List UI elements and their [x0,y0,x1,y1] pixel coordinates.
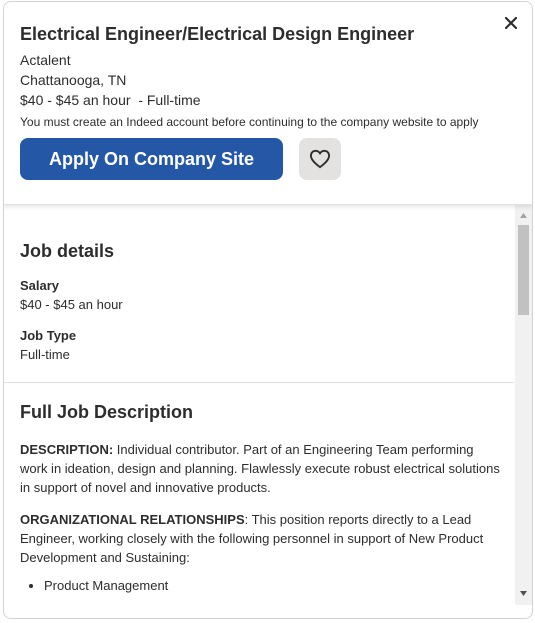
scroll-up-arrow-icon [520,213,527,218]
scroll-down-button[interactable] [515,585,532,602]
job-title: Electrical Engineer/Electrical Design En… [20,24,415,44]
heart-icon [309,149,331,169]
org-relationships-label: ORGANIZATIONAL RELATIONSHIPS [20,512,245,527]
description-paragraph: DESCRIPTION: Individual contributor. Par… [20,440,500,497]
scrollbar-thumb[interactable] [518,225,529,315]
personnel-list: Product Management [20,577,168,595]
list-item: Product Management [44,577,168,595]
section-divider [4,382,514,383]
account-note: You must create an Indeed account before… [20,115,479,129]
vertical-scrollbar[interactable] [515,205,532,605]
pay-range: $40 - $45 an hour [20,92,131,108]
job-type-label: Job Type [20,328,77,343]
job-detail-card: Electrical Engineer/Electrical Design En… [3,1,533,619]
close-icon [505,17,517,29]
close-button[interactable] [500,12,522,34]
scroll-down-arrow-icon [520,591,527,596]
apply-company-site-button[interactable]: Apply On Company Site [20,138,283,180]
salary-label: Salary [20,278,60,293]
job-description-scroll-area[interactable]: Job details Salary $40 - $45 an hour Job… [4,205,514,618]
job-header: Electrical Engineer/Electrical Design En… [4,2,532,205]
job-location: Chattanooga, TN [20,72,127,88]
job-type-value: Full-time [20,347,70,362]
scroll-up-button[interactable] [515,207,532,224]
pay-line: $40 - $45 an hour - Full-time [20,92,201,108]
save-job-button[interactable] [299,138,341,180]
org-relationships-paragraph: ORGANIZATIONAL RELATIONSHIPS: This posit… [20,510,500,567]
job-details-heading: Job details [20,241,115,261]
job-type-inline: - Full-time [138,92,201,108]
description-label: DESCRIPTION: [20,442,114,457]
salary-value: $40 - $45 an hour [20,297,123,312]
company-name[interactable]: Actalent [20,52,71,68]
full-description-heading: Full Job Description [20,402,194,422]
